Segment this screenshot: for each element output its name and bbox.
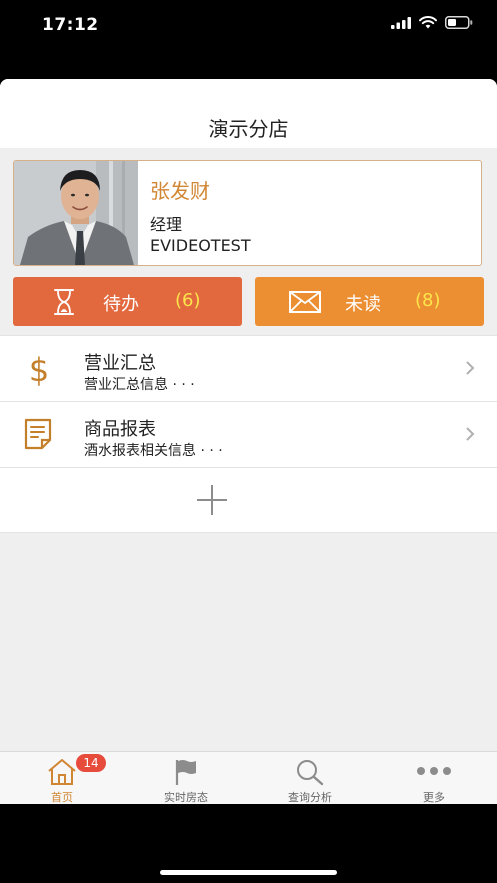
avatar [14,161,138,265]
mail-icon [289,291,321,313]
unread-label: 未读 [345,294,381,315]
tab-room-status[interactable]: 实时房态 [124,752,248,804]
battery-icon [445,16,473,29]
plus-icon[interactable] [196,484,228,516]
page-title: 演示分店 [208,117,289,141]
wifi-icon [419,16,437,29]
menu-list: $ 营业汇总 营业汇总信息 · · · 商品报表 酒水报表相关信息 · · · [0,335,497,533]
tab-label: 实时房态 [164,791,208,804]
nav-bar: 演示分店 [0,79,497,148]
unread-count: (8) [415,290,441,311]
todo-label: 待办 [103,294,139,315]
flag-icon [175,760,196,785]
app-screen: 演示分店 张发财 经理 EVIDEOTEST 待办 (6) 未读 (8) $ 营… [0,79,497,804]
status-time: 17:12 [42,15,99,35]
notification-badge: 14 [76,754,106,772]
todo-button[interactable]: 待办 (6) [13,277,242,326]
tab-bar: 14 首页 实时房态 查询分析 更多 [0,751,497,804]
dollar-icon: $ [29,351,49,387]
tab-home[interactable]: 14 首页 [0,752,124,804]
report-icon [24,418,52,450]
home-indicator [160,870,337,875]
more-icon [417,767,451,775]
add-item-row [0,467,497,533]
svg-text:$: $ [29,351,49,387]
menu-item-subtitle: 营业汇总信息 · · · [84,377,195,393]
todo-count: (6) [175,290,201,311]
menu-item-product-report[interactable]: 商品报表 酒水报表相关信息 · · · [0,401,497,467]
chevron-right-icon [466,427,475,441]
profile-name: 张发财 [150,179,210,203]
signal-icon [391,16,411,29]
tab-label: 查询分析 [288,791,332,804]
menu-item-subtitle: 酒水报表相关信息 · · · [84,443,223,459]
status-bar: 17:12 [0,0,497,50]
unread-button[interactable]: 未读 (8) [255,277,484,326]
menu-item-title: 营业汇总 [84,353,156,374]
tab-label: 首页 [51,791,73,804]
profile-card[interactable]: 张发财 经理 EVIDEOTEST [13,160,482,266]
tab-more[interactable]: 更多 [372,752,496,804]
menu-item-sales-summary[interactable]: $ 营业汇总 营业汇总信息 · · · [0,335,497,401]
menu-item-title: 商品报表 [84,419,156,440]
tab-query-analysis[interactable]: 查询分析 [248,752,372,804]
hourglass-icon [54,289,74,315]
profile-store: EVIDEOTEST [150,236,251,255]
profile-role: 经理 [150,215,183,234]
status-icons [391,16,473,29]
search-icon [297,760,324,786]
tab-label: 更多 [423,791,445,804]
chevron-right-icon [466,361,475,375]
home-icon [48,759,76,785]
